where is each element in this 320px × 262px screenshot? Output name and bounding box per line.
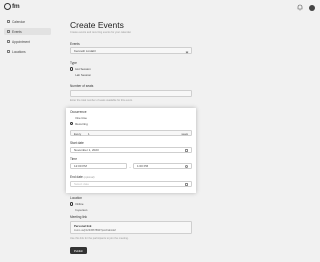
seats-hint: Enter the total number of seats availabl… xyxy=(70,99,133,102)
page-title: Create Events xyxy=(70,20,124,30)
type-option-lab-session[interactable]: Lab Session xyxy=(70,73,91,77)
every-unit-select[interactable]: week xyxy=(181,132,188,136)
start-date-label: Start date xyxy=(70,141,84,145)
end-date-placeholder: Select date xyxy=(74,182,90,186)
start-time-field[interactable]: 12:00 PM xyxy=(70,163,127,169)
occurrence-label: Occurrence xyxy=(70,110,87,114)
location-option-online[interactable]: Online xyxy=(70,202,84,206)
events-select-value: Kenneth Lindahl xyxy=(74,48,96,53)
type-label: Type xyxy=(70,61,77,65)
radio-button[interactable] xyxy=(70,67,74,71)
meeting-link-title: Personal link xyxy=(74,223,92,228)
radio-label: Hot Session xyxy=(75,67,91,71)
occurrence-option-one-time[interactable]: One time xyxy=(70,116,87,120)
meeting-link-card[interactable]: Personal link zoom.us/j/1234567890?pwd=a… xyxy=(70,221,192,234)
publish-button[interactable]: Publish xyxy=(70,247,87,254)
occurrence-option-recurring[interactable]: Recurring xyxy=(70,122,88,126)
top-bar: fm xyxy=(0,0,320,17)
radio-label: One time xyxy=(75,115,87,120)
events-label: Events xyxy=(70,42,80,46)
logo-mark-icon xyxy=(4,3,11,10)
bell-icon[interactable] xyxy=(297,4,303,11)
end-date-label: End date (optional) xyxy=(70,175,95,179)
sidebar-item-label: Calendar xyxy=(12,19,25,24)
avatar[interactable] xyxy=(309,4,315,11)
chevron-down-icon xyxy=(185,50,189,53)
location-option-in-person[interactable]: In-person xyxy=(70,208,87,212)
radio-label: Lab Session xyxy=(75,73,92,77)
every-label: Every xyxy=(74,132,82,137)
meeting-link-url: zoom.us/j/1234567890?pwd=abcdef xyxy=(74,228,116,232)
sidebar-item-calendar[interactable]: Calendar xyxy=(4,18,51,25)
sidebar-item-locations[interactable]: Locations xyxy=(4,48,51,55)
clock-icon xyxy=(185,165,188,169)
optional-tag: (optional) xyxy=(83,176,95,179)
meeting-link-label: Meeting link xyxy=(70,215,88,219)
app-logo[interactable]: fm xyxy=(4,3,20,10)
sidebar-item-label: Events xyxy=(12,29,22,34)
sidebar-item-events[interactable]: Events xyxy=(4,28,51,35)
time-separator: - xyxy=(129,164,131,169)
sidebar-item-label: Locations xyxy=(12,49,26,54)
appointment-icon xyxy=(7,40,10,43)
start-time-value: 12:00 PM xyxy=(74,164,87,168)
page-subtitle: Create events and recurring events for y… xyxy=(70,31,132,34)
calendar-icon xyxy=(7,20,10,23)
seats-input[interactable] xyxy=(70,90,192,97)
end-date-picker[interactable]: Select date xyxy=(70,181,192,187)
calendar-icon xyxy=(185,148,188,152)
radio-button[interactable] xyxy=(70,202,74,206)
radio-label: In-person xyxy=(75,208,88,212)
radio-button[interactable] xyxy=(70,121,74,126)
end-time-field[interactable]: 1:00 PM xyxy=(133,163,192,169)
time-label: Time xyxy=(70,157,77,161)
sidebar-item-appointment[interactable]: Appointment xyxy=(4,38,51,45)
events-icon xyxy=(7,30,10,33)
end-time-value: 1:00 PM xyxy=(137,164,149,168)
seats-label: Number of seats xyxy=(70,84,94,88)
sidebar: Calendar Events Appointment Locations xyxy=(0,17,55,262)
logo-text: fm xyxy=(12,3,20,10)
events-select[interactable]: Kenneth Lindahl xyxy=(70,47,192,54)
every-interval-field[interactable]: Every 1 week xyxy=(70,130,192,136)
every-value[interactable]: 1 xyxy=(88,132,90,136)
location-icon xyxy=(7,50,10,53)
start-date-value: November 1, 2023 xyxy=(74,147,99,152)
type-option-hot-session[interactable]: Hot Session xyxy=(70,67,91,71)
location-label: Location xyxy=(70,196,83,200)
sidebar-item-label: Appointment xyxy=(12,39,30,44)
radio-label: Online xyxy=(75,202,84,206)
meeting-link-hint: Use this link for the participants to jo… xyxy=(70,237,129,240)
radio-label: Recurring xyxy=(75,121,88,126)
start-date-picker[interactable]: November 1, 2023 xyxy=(70,146,192,153)
calendar-icon xyxy=(185,183,188,187)
